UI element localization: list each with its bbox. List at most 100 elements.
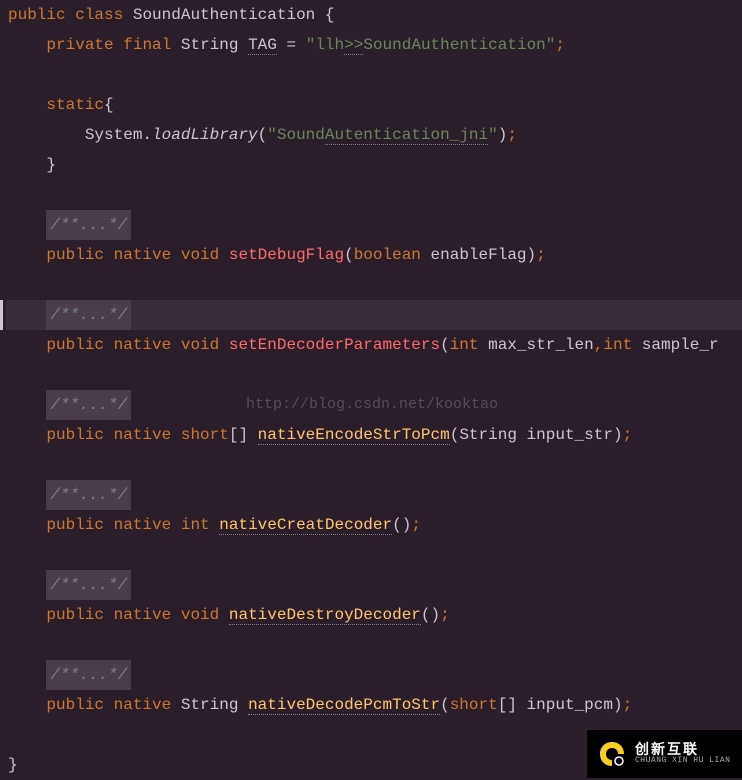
paren-close: ) [498,126,508,144]
keyword-public: public [46,696,104,714]
code-line: System.loadLibrary("SoundAutentication_j… [6,120,742,150]
watermark-text: http://blog.csdn.net/kooktao [246,390,498,420]
paren-close: ) [431,606,441,624]
keyword-private: private [46,36,113,54]
string-quote: " [546,36,556,54]
brackets: [] [229,426,248,444]
code-line-active: /**...*/ [6,300,742,330]
code-line: /**...*/ [6,660,742,690]
keyword-public: public [46,336,104,354]
method-nativedestroydecoder: nativeDestroyDecoder [229,606,421,625]
semicolon: ; [623,696,633,714]
keyword-int: int [181,516,210,534]
paren-open: ( [421,606,431,624]
code-line: public native String nativeDecodePcmToSt… [6,690,742,720]
blank-line [6,450,742,480]
code-line: /**...*/ [6,480,742,510]
blank-line [6,540,742,570]
class-name: SoundAuthentication [133,6,315,24]
keyword-native: native [114,696,172,714]
code-line: public native int nativeCreatDecoder(); [6,510,742,540]
method-nativeencodestrtopcm: nativeEncodeStrToPcm [258,426,450,445]
cursor-indicator [0,300,3,330]
semicolon: ; [555,36,565,54]
keyword-boolean: boolean [354,246,421,264]
method-setendecoderparameters: setEnDecoderParameters [229,336,440,354]
method-nativedecodepcmtostr: nativeDecodePcmToStr [248,696,440,715]
method-setdebugflag: setDebugFlag [229,246,344,264]
param-name: input_pcm [527,696,613,714]
keyword-int: int [603,336,632,354]
keyword-void: void [181,606,219,624]
param-name: sample_r [642,336,719,354]
var-tag: TAG [248,36,277,55]
keyword-static: static [46,96,104,114]
paren-open: ( [440,696,450,714]
paren-close: ) [527,246,537,264]
comma: , [594,336,604,354]
brackets: [] [498,696,517,714]
paren-open: ( [258,126,268,144]
param-name: enableFlag [431,246,527,264]
type-string: String [181,696,239,714]
blank-line [6,360,742,390]
string-quote: " [267,126,277,144]
blank-line [6,630,742,660]
string-part: Autentication_jni [325,126,488,145]
semicolon: ; [536,246,546,264]
method-nativecreatdecoder: nativeCreatDecoder [219,516,392,535]
keyword-int: int [450,336,479,354]
keyword-public: public [46,606,104,624]
keyword-final: final [123,36,171,54]
code-line: /**...*/ [6,210,742,240]
blank-line [6,270,742,300]
keyword-class: class [75,6,123,24]
paren-close: ) [613,426,623,444]
javadoc-collapsed[interactable]: /**...*/ [46,210,131,240]
paren-close: ) [613,696,623,714]
javadoc-collapsed[interactable]: /**...*/ [46,480,131,510]
paren-close: ) [402,516,412,534]
semicolon: ; [440,606,450,624]
method-loadlibrary: loadLibrary [152,126,258,144]
blank-line [6,60,742,90]
watermark-badge: 创新互联 CHUANG XIN HU LIAN [587,730,742,778]
string-part: llh [315,36,344,54]
badge-text: 创新互联 CHUANG XIN HU LIAN [635,742,730,766]
semicolon: ; [507,126,517,144]
string-part: >> [344,36,363,55]
javadoc-collapsed[interactable]: /**...*/ [46,570,131,600]
keyword-short: short [181,426,229,444]
badge-chinese: 创新互联 [635,742,730,757]
keyword-public: public [46,516,104,534]
keyword-native: native [114,516,172,534]
string-part: Sound [277,126,325,144]
blank-line [6,180,742,210]
keyword-short: short [450,696,498,714]
string-part: SoundAuthentication [363,36,545,54]
paren-open: ( [392,516,402,534]
brace-open: { [104,96,114,114]
javadoc-collapsed[interactable]: /**...*/ [46,660,131,690]
javadoc-collapsed[interactable]: /**...*/ [46,390,131,420]
brace-close: } [46,156,56,174]
code-line: /**...*/ [6,570,742,600]
code-line: static{ [6,90,742,120]
keyword-public: public [46,426,104,444]
string-quote: " [488,126,498,144]
keyword-public: public [46,246,104,264]
op-equals: = [287,36,297,54]
semicolon: ; [623,426,633,444]
system-call: System. [85,126,152,144]
brace-open: { [325,6,335,24]
param-name: max_str_len [488,336,594,354]
keyword-void: void [181,246,219,264]
keyword-void: void [181,336,219,354]
javadoc-collapsed[interactable]: /**...*/ [46,300,131,330]
paren-open: ( [440,336,450,354]
paren-open: ( [344,246,354,264]
code-line: public class SoundAuthentication { [6,0,742,30]
code-line: } [6,150,742,180]
keyword-public: public [8,6,66,24]
brace-close: } [8,756,18,774]
